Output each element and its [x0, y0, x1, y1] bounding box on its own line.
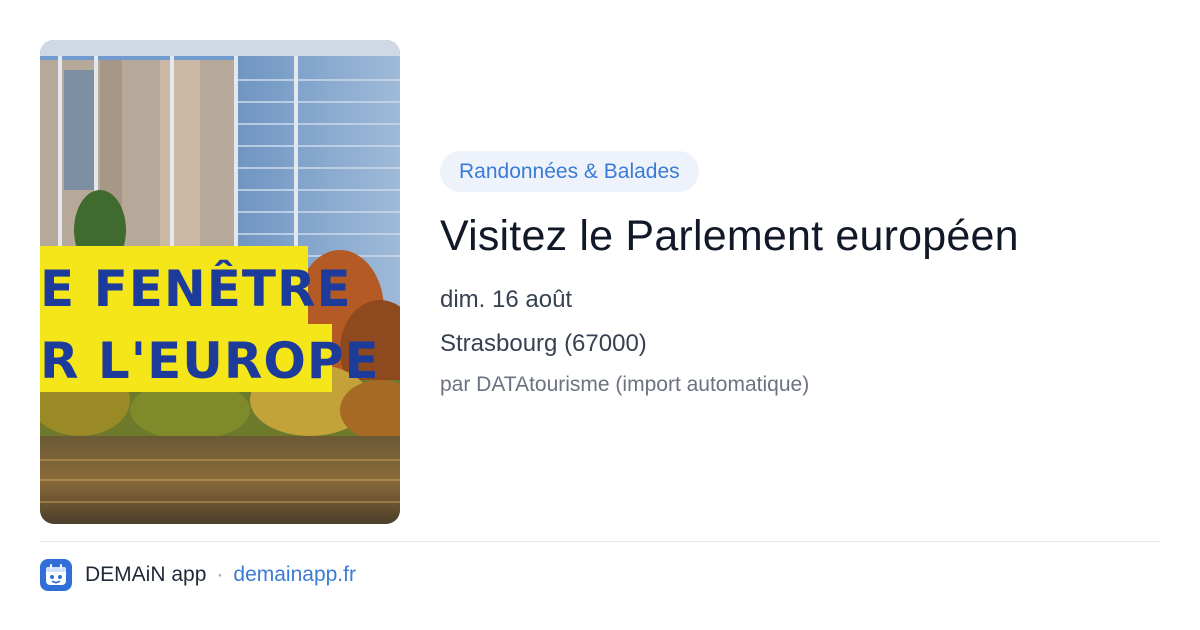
event-image[interactable]: E FENÊTRE R L'EUROPE [40, 40, 400, 524]
event-author: par DATAtourisme (import automatique) [440, 373, 810, 396]
app-name: DEMAiN app [85, 563, 207, 586]
footer-separator: · [216, 563, 224, 586]
parliament-photo: E FENÊTRE R L'EUROPE [40, 40, 400, 524]
event-location: Strasbourg (67000) [440, 330, 647, 357]
event-title[interactable]: Visitez le Parlement européen [440, 210, 1160, 262]
event-date: dim. 16 août [440, 286, 573, 313]
site-link[interactable]: demainapp.fr [233, 563, 356, 587]
banner-line-2: R L'EUROPE [40, 332, 380, 390]
demain-logo-icon [40, 559, 72, 591]
footer: DEMAiN app · demainapp.fr [40, 558, 356, 592]
category-chip[interactable]: Randonnées & Balades [440, 151, 699, 192]
footer-divider [40, 541, 1160, 542]
banner-line-1: E FENÊTRE [40, 259, 352, 318]
event-details: Randonnées & Balades Visitez le Parlemen… [440, 151, 1160, 400]
